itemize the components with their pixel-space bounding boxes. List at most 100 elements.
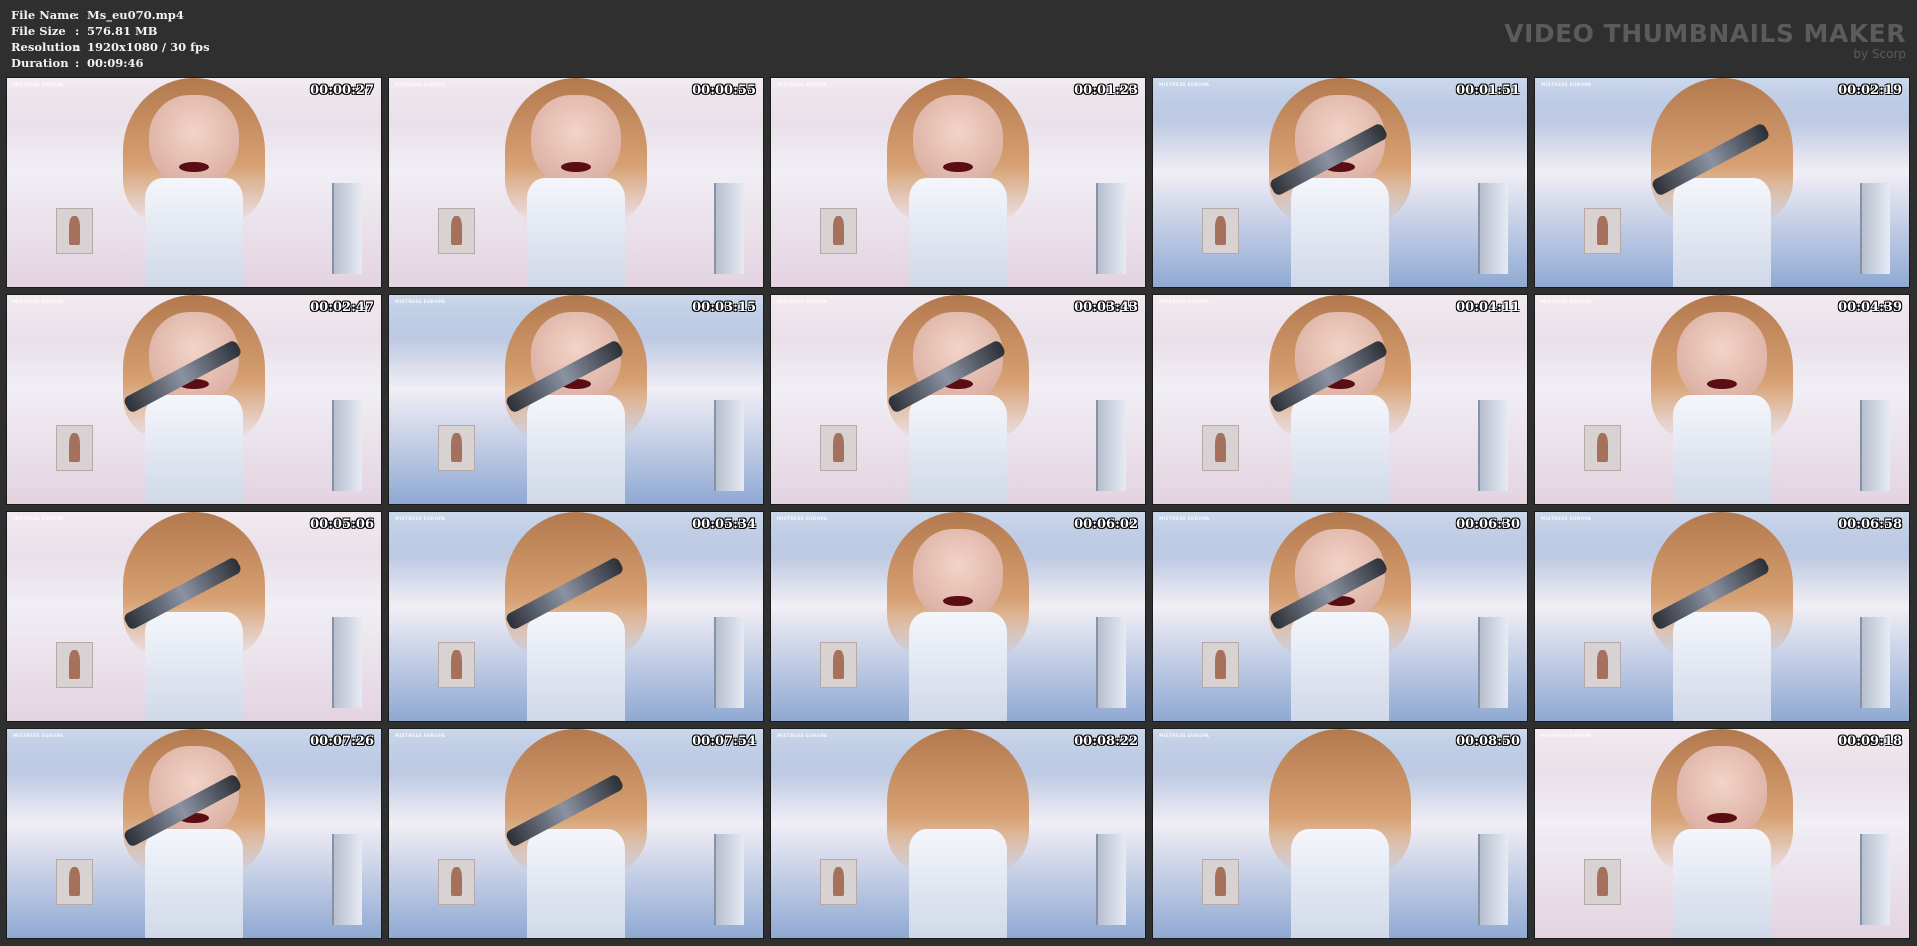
- thumbnail-frame-image: [389, 78, 763, 287]
- thumbnail-frame-image: [1535, 295, 1909, 504]
- video-thumbnail[interactable]: MISTRESS EUROPA 00:08:50: [1152, 728, 1528, 939]
- file-size-row: File Size : 576.81 MB: [11, 23, 210, 39]
- video-thumbnail[interactable]: MISTRESS EUROPA 00:04:11: [1152, 294, 1528, 505]
- thumbnail-frame-image: [7, 295, 381, 504]
- thumbnail-watermark: MISTRESS EUROPA: [1541, 83, 1592, 88]
- thumbnail-timestamp: 00:06:58: [1838, 517, 1902, 532]
- brand-logo: VIDEO THUMBNAILS MAKER by Scorp: [1504, 19, 1906, 61]
- thumbnail-frame-image: [771, 512, 1145, 721]
- thumbnail-grid: MISTRESS EUROPA 00:00:27 MISTRESS EUROPA 00…: [6, 77, 1910, 939]
- video-thumbnail[interactable]: MISTRESS EUROPA 00:09:18: [1534, 728, 1910, 939]
- video-thumbnail[interactable]: MISTRESS EUROPA 00:06:30: [1152, 511, 1528, 722]
- thumbnail-timestamp: 00:00:55: [692, 83, 756, 98]
- thumbnail-watermark: MISTRESS EUROPA: [13, 734, 64, 739]
- video-thumbnail[interactable]: MISTRESS EUROPA 00:06:58: [1534, 511, 1910, 722]
- video-thumbnail[interactable]: MISTRESS EUROPA 00:07:54: [388, 728, 764, 939]
- thumbnail-timestamp: 00:01:23: [1074, 83, 1138, 98]
- video-thumbnail[interactable]: MISTRESS EUROPA 00:01:23: [770, 77, 1146, 288]
- video-thumbnail[interactable]: MISTRESS EUROPA 00:02:47: [6, 294, 382, 505]
- thumbnail-watermark: MISTRESS EUROPA: [13, 517, 64, 522]
- thumbnail-frame-image: [771, 729, 1145, 938]
- thumbnail-timestamp: 00:05:06: [310, 517, 374, 532]
- thumbnail-watermark: MISTRESS EUROPA: [777, 83, 828, 88]
- brand-subtitle: by Scorp: [1853, 47, 1906, 61]
- thumbnail-timestamp: 00:07:26: [310, 734, 374, 749]
- video-thumbnail[interactable]: MISTRESS EUROPA 00:02:19: [1534, 77, 1910, 288]
- thumbnail-watermark: MISTRESS EUROPA: [1541, 517, 1592, 522]
- thumbnail-frame-image: [771, 295, 1145, 504]
- thumbnail-watermark: MISTRESS EUROPA: [1541, 734, 1592, 739]
- thumbnail-timestamp: 00:06:30: [1456, 517, 1520, 532]
- video-thumbnail[interactable]: MISTRESS EUROPA 00:08:22: [770, 728, 1146, 939]
- thumbnail-frame-image: [771, 78, 1145, 287]
- duration-key: Duration: [11, 56, 69, 70]
- thumbnail-watermark: MISTRESS EUROPA: [395, 300, 446, 305]
- thumbnail-watermark: MISTRESS EUROPA: [777, 300, 828, 305]
- video-thumbnail[interactable]: MISTRESS EUROPA 00:04:39: [1534, 294, 1910, 505]
- file-name-value: Ms_eu070.mp4: [87, 8, 184, 22]
- thumbnail-frame-image: [1153, 295, 1527, 504]
- video-thumbnail[interactable]: MISTRESS EUROPA 00:00:55: [388, 77, 764, 288]
- thumbnail-timestamp: 00:04:11: [1456, 300, 1520, 315]
- resolution-row: Resolution : 1920x1080 / 30 fps: [11, 39, 210, 55]
- thumbnail-watermark: MISTRESS EUROPA: [1541, 300, 1592, 305]
- file-info-panel: File Name : Ms_eu070.mp4 File Size : 576…: [11, 7, 210, 71]
- file-name-sep: :: [75, 8, 80, 22]
- file-size-sep: :: [75, 24, 80, 38]
- thumbnail-timestamp: 00:03:15: [692, 300, 756, 315]
- thumbnail-timestamp: 00:02:47: [310, 300, 374, 315]
- thumbnail-timestamp: 00:01:51: [1456, 83, 1520, 98]
- thumbnail-frame-image: [7, 78, 381, 287]
- video-thumbnail[interactable]: MISTRESS EUROPA 00:00:27: [6, 77, 382, 288]
- thumbnail-timestamp: 00:03:43: [1074, 300, 1138, 315]
- thumbnail-watermark: MISTRESS EUROPA: [395, 734, 446, 739]
- duration-row: Duration : 00:09:46: [11, 55, 210, 71]
- thumbnail-watermark: MISTRESS EUROPA: [1159, 300, 1210, 305]
- thumbnail-frame-image: [7, 512, 381, 721]
- video-thumbnail[interactable]: MISTRESS EUROPA 00:05:34: [388, 511, 764, 722]
- file-name-row: File Name : Ms_eu070.mp4: [11, 7, 210, 23]
- thumbnail-watermark: MISTRESS EUROPA: [395, 517, 446, 522]
- thumbnail-frame-image: [1535, 78, 1909, 287]
- thumbnail-timestamp: 00:08:22: [1074, 734, 1138, 749]
- video-thumbnail[interactable]: MISTRESS EUROPA 00:03:15: [388, 294, 764, 505]
- thumbnail-frame-image: [1535, 512, 1909, 721]
- thumbnail-frame-image: [7, 729, 381, 938]
- thumbnail-timestamp: 00:04:39: [1838, 300, 1902, 315]
- resolution-sep: :: [75, 40, 80, 54]
- resolution-value: 1920x1080 / 30 fps: [87, 40, 210, 54]
- thumbnail-timestamp: 00:02:19: [1838, 83, 1902, 98]
- video-thumbnail[interactable]: MISTRESS EUROPA 00:05:06: [6, 511, 382, 722]
- thumbnail-timestamp: 00:08:50: [1456, 734, 1520, 749]
- thumbnail-timestamp: 00:07:54: [692, 734, 756, 749]
- thumbnail-watermark: MISTRESS EUROPA: [1159, 83, 1210, 88]
- thumbnail-frame-image: [1153, 512, 1527, 721]
- resolution-key: Resolution: [11, 40, 81, 54]
- file-name-key: File Name: [11, 8, 77, 22]
- thumbnail-frame-image: [1153, 78, 1527, 287]
- duration-sep: :: [75, 56, 80, 70]
- video-thumbnail[interactable]: MISTRESS EUROPA 00:03:43: [770, 294, 1146, 505]
- thumbnail-timestamp: 00:09:18: [1838, 734, 1902, 749]
- file-size-key: File Size: [11, 24, 66, 38]
- thumbnail-timestamp: 00:00:27: [310, 83, 374, 98]
- duration-value: 00:09:46: [87, 56, 144, 70]
- video-thumbnail[interactable]: MISTRESS EUROPA 00:06:02: [770, 511, 1146, 722]
- thumbnail-watermark: MISTRESS EUROPA: [777, 734, 828, 739]
- thumbnail-frame-image: [389, 512, 763, 721]
- brand-title: VIDEO THUMBNAILS MAKER: [1504, 19, 1906, 48]
- thumbnail-frame-image: [1153, 729, 1527, 938]
- file-size-value: 576.81 MB: [87, 24, 158, 38]
- thumbnail-watermark: MISTRESS EUROPA: [13, 83, 64, 88]
- thumbnail-watermark: MISTRESS EUROPA: [777, 517, 828, 522]
- thumbnail-timestamp: 00:06:02: [1074, 517, 1138, 532]
- thumbnail-frame-image: [1535, 729, 1909, 938]
- video-thumbnail[interactable]: MISTRESS EUROPA 00:01:51: [1152, 77, 1528, 288]
- thumbnail-watermark: MISTRESS EUROPA: [1159, 734, 1210, 739]
- thumbnail-frame-image: [389, 729, 763, 938]
- thumbnail-watermark: MISTRESS EUROPA: [1159, 517, 1210, 522]
- thumbnail-watermark: MISTRESS EUROPA: [13, 300, 64, 305]
- video-thumbnail[interactable]: MISTRESS EUROPA 00:07:26: [6, 728, 382, 939]
- thumbnail-timestamp: 00:05:34: [692, 517, 756, 532]
- thumbnail-frame-image: [389, 295, 763, 504]
